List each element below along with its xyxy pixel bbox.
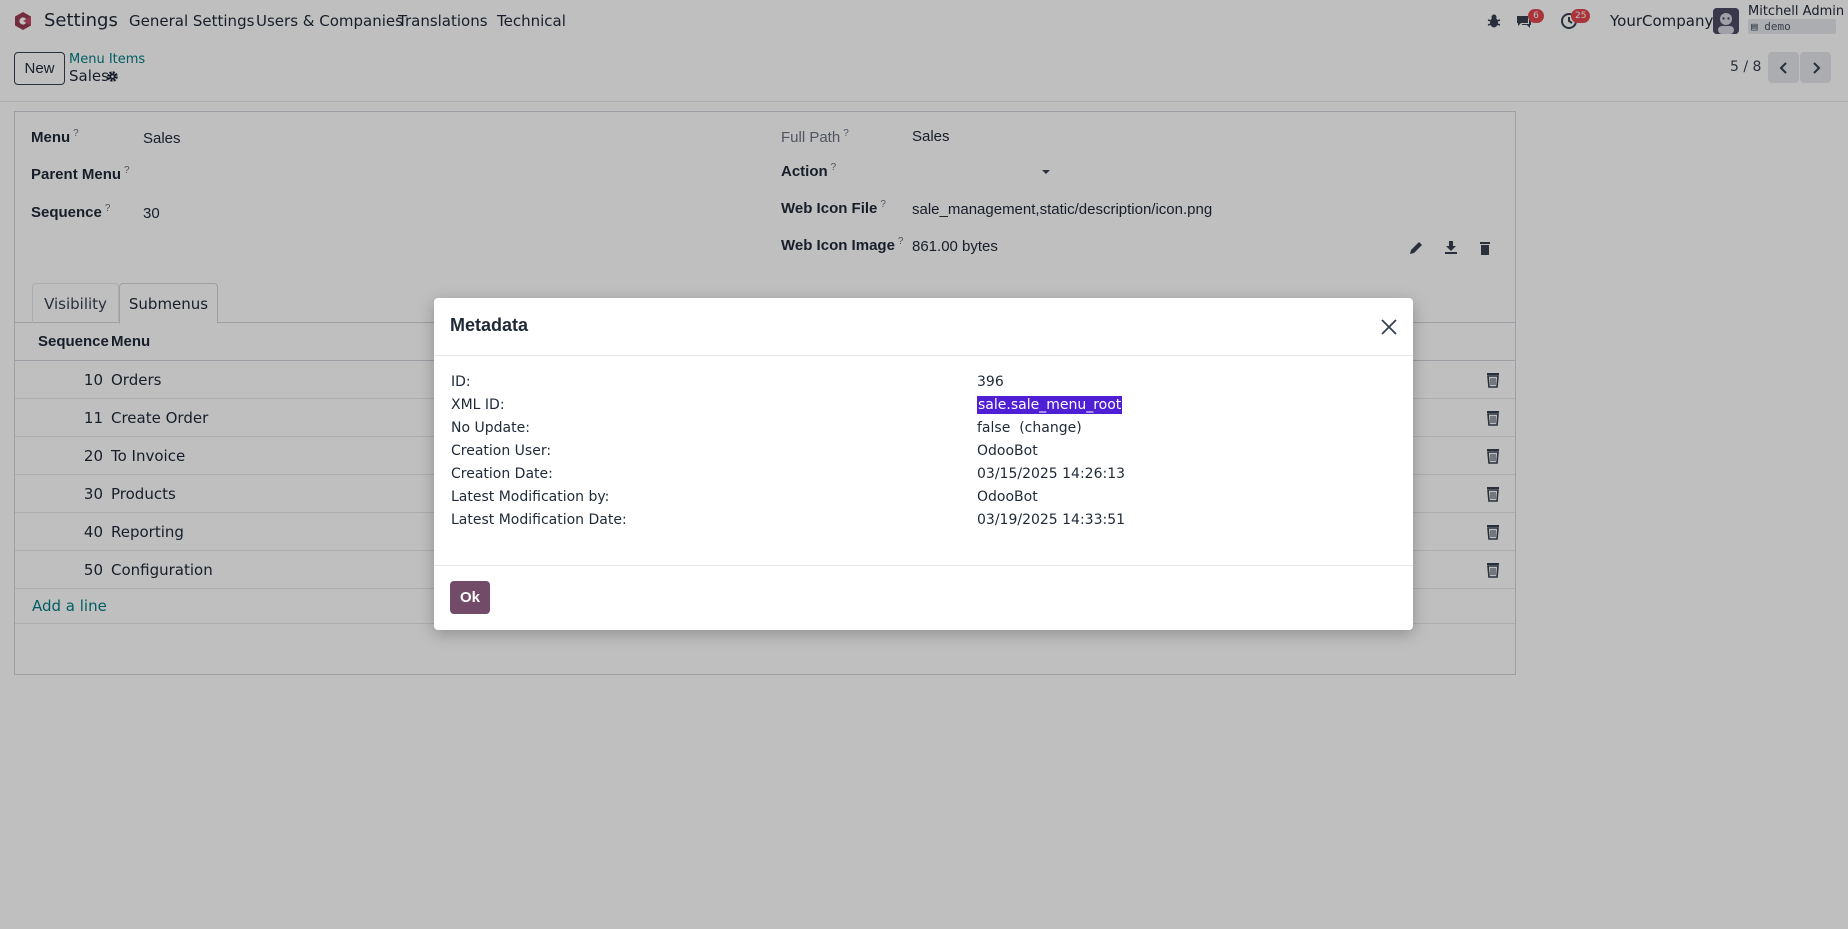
ok-button[interactable]: Ok <box>450 581 490 614</box>
close-icon[interactable] <box>1380 318 1398 336</box>
metadata-modified-by-value: OdooBot <box>977 489 1038 505</box>
metadata-key: ID: <box>451 374 471 390</box>
metadata-key: No Update: <box>451 420 530 436</box>
metadata-key: Latest Modification Date: <box>451 512 627 528</box>
metadata-creation-user-value: OdooBot <box>977 443 1038 459</box>
metadata-dialog: Metadata ID: 396 XML ID: sale.sale_menu_… <box>434 298 1413 630</box>
dialog-header-divider <box>434 355 1413 356</box>
metadata-modified-date-value: 03/19/2025 14:33:51 <box>977 512 1126 528</box>
metadata-xml-id-value[interactable]: sale.sale_menu_root <box>977 396 1123 414</box>
change-link[interactable]: (change) <box>1019 420 1081 436</box>
metadata-creation-date-value: 03/15/2025 14:26:13 <box>977 466 1126 482</box>
metadata-key: Creation Date: <box>451 466 553 482</box>
dialog-footer-divider <box>434 565 1413 566</box>
metadata-key: Creation User: <box>451 443 552 459</box>
metadata-key: Latest Modification by: <box>451 489 610 505</box>
dialog-title: Metadata <box>450 315 529 335</box>
metadata-id-value: 396 <box>977 374 1004 390</box>
metadata-key: XML ID: <box>451 397 505 413</box>
metadata-no-update-value: false (change) <box>977 420 1082 436</box>
